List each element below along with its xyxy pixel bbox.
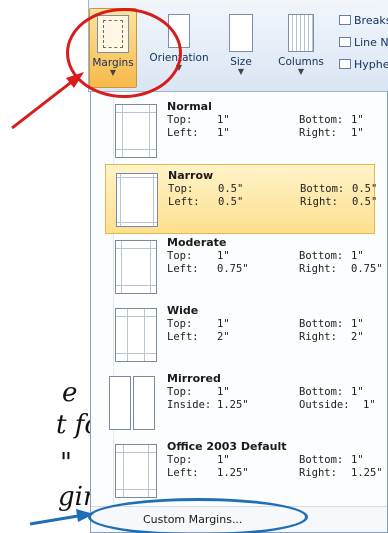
margin-option-normal[interactable]: Normal Top: 1" Bottom: 1" Left: 1" Right: 1": [105, 96, 375, 166]
breaks-button[interactable]: Breaks: [339, 10, 388, 32]
option-value: 0.5": [352, 183, 378, 195]
option-value: 1": [351, 318, 364, 330]
option-label: Bottom:: [299, 114, 344, 126]
office-2003-margins-icon: [115, 444, 157, 498]
margin-option-mirrored[interactable]: Mirrored Top: 1" Bottom: 1" Inside: 1.25" Out…: [105, 368, 376, 438]
option-title: Narrow: [168, 169, 214, 182]
chevron-down-icon: ▼: [237, 67, 245, 76]
hyphenation-label: Hyphe: [354, 58, 388, 71]
line-numbers-icon: [339, 37, 351, 47]
mirrored-margins-icon: [133, 376, 155, 430]
option-value: 0.75": [217, 263, 249, 275]
option-label: Bottom:: [299, 250, 344, 262]
option-label: Left:: [167, 127, 199, 139]
option-label: Inside:: [167, 399, 212, 411]
option-value: 1.25": [217, 399, 249, 411]
option-value: 0.5": [218, 183, 244, 195]
columns-icon: [288, 14, 314, 52]
option-label: Top:: [167, 114, 193, 126]
margins-dropdown: Normal Top: 1" Bottom: 1" Left: 1" Right: 1" N…: [90, 92, 388, 533]
option-value: 1": [217, 250, 230, 262]
blue-arrow-icon: [29, 509, 94, 526]
chevron-down-icon: ▼: [297, 67, 305, 76]
option-label: Left:: [167, 263, 199, 275]
option-label: Bottom:: [299, 318, 344, 330]
option-title: Mirrored: [167, 372, 221, 385]
size-button[interactable]: Size ▼: [221, 8, 261, 88]
option-value: 1": [217, 114, 230, 126]
moderate-margins-icon: [115, 240, 157, 294]
option-title: Moderate: [167, 236, 227, 249]
option-label: Right:: [299, 127, 337, 139]
option-value: 1": [217, 454, 230, 466]
margin-option-narrow[interactable]: Narrow Top: 0.5" Bottom: 0.5" Left: 0.5" Righ…: [105, 164, 378, 234]
line-numbers-label: Line N: [354, 36, 388, 49]
option-value: 1": [217, 127, 230, 139]
option-title: Normal: [167, 100, 212, 113]
option-label: Top:: [167, 454, 193, 466]
margin-option-moderate[interactable]: Moderate Top: 1" Bottom: 1" Left: 0.75" Right…: [105, 232, 383, 302]
size-icon: [229, 14, 253, 52]
option-value: 1": [351, 250, 364, 262]
option-value: 0.5": [218, 196, 244, 208]
option-label: Top:: [168, 183, 194, 195]
hyphenation-button[interactable]: Hyphe: [339, 54, 388, 76]
option-value: 1": [351, 127, 364, 139]
option-label: Left:: [167, 467, 199, 479]
option-value: 1.25": [351, 467, 383, 479]
option-label: Left:: [167, 331, 199, 343]
option-value: 1": [363, 399, 376, 411]
option-label: Right:: [299, 331, 337, 343]
option-value: 0.5": [352, 196, 378, 208]
line-numbers-button[interactable]: Line N: [339, 32, 388, 54]
option-label: Outside:: [299, 399, 350, 411]
option-value: 1": [217, 318, 230, 330]
margin-option-office-2003-default[interactable]: Office 2003 Default Top: 1" Bottom: 1" Left…: [105, 436, 383, 506]
option-label: Right:: [299, 263, 337, 275]
option-value: 1": [351, 386, 364, 398]
option-value: 1": [351, 114, 364, 126]
option-value: 1.25": [217, 467, 249, 479]
option-title: Wide: [167, 304, 199, 317]
hyphenation-icon: [339, 59, 351, 69]
wide-margins-icon: [115, 308, 157, 362]
option-label: Right:: [299, 467, 337, 479]
option-label: Bottom:: [300, 183, 345, 195]
breaks-icon: [339, 15, 351, 25]
option-title: Office 2003 Default: [167, 440, 287, 453]
margin-option-wide[interactable]: Wide Top: 1" Bottom: 1" Left: 2" Right: 2": [105, 300, 375, 370]
option-label: Bottom:: [299, 386, 344, 398]
option-label: Top:: [167, 318, 193, 330]
option-value: 1": [351, 454, 364, 466]
columns-button[interactable]: Columns ▼: [275, 8, 327, 88]
narrow-margins-icon: [116, 173, 158, 227]
highlight-ellipse: [88, 498, 308, 533]
breaks-label: Breaks: [354, 14, 388, 27]
option-label: Right:: [300, 196, 338, 208]
normal-margins-icon: [115, 104, 157, 158]
option-label: Top:: [167, 250, 193, 262]
option-label: Left:: [168, 196, 200, 208]
option-label: Top:: [167, 386, 193, 398]
ribbon-small-buttons: Breaks Line N Hyphe: [339, 10, 388, 76]
option-value: 2": [217, 331, 230, 343]
option-value: 0.75": [351, 263, 383, 275]
option-value: 1": [217, 386, 230, 398]
option-value: 2": [351, 331, 364, 343]
option-label: Bottom:: [299, 454, 344, 466]
